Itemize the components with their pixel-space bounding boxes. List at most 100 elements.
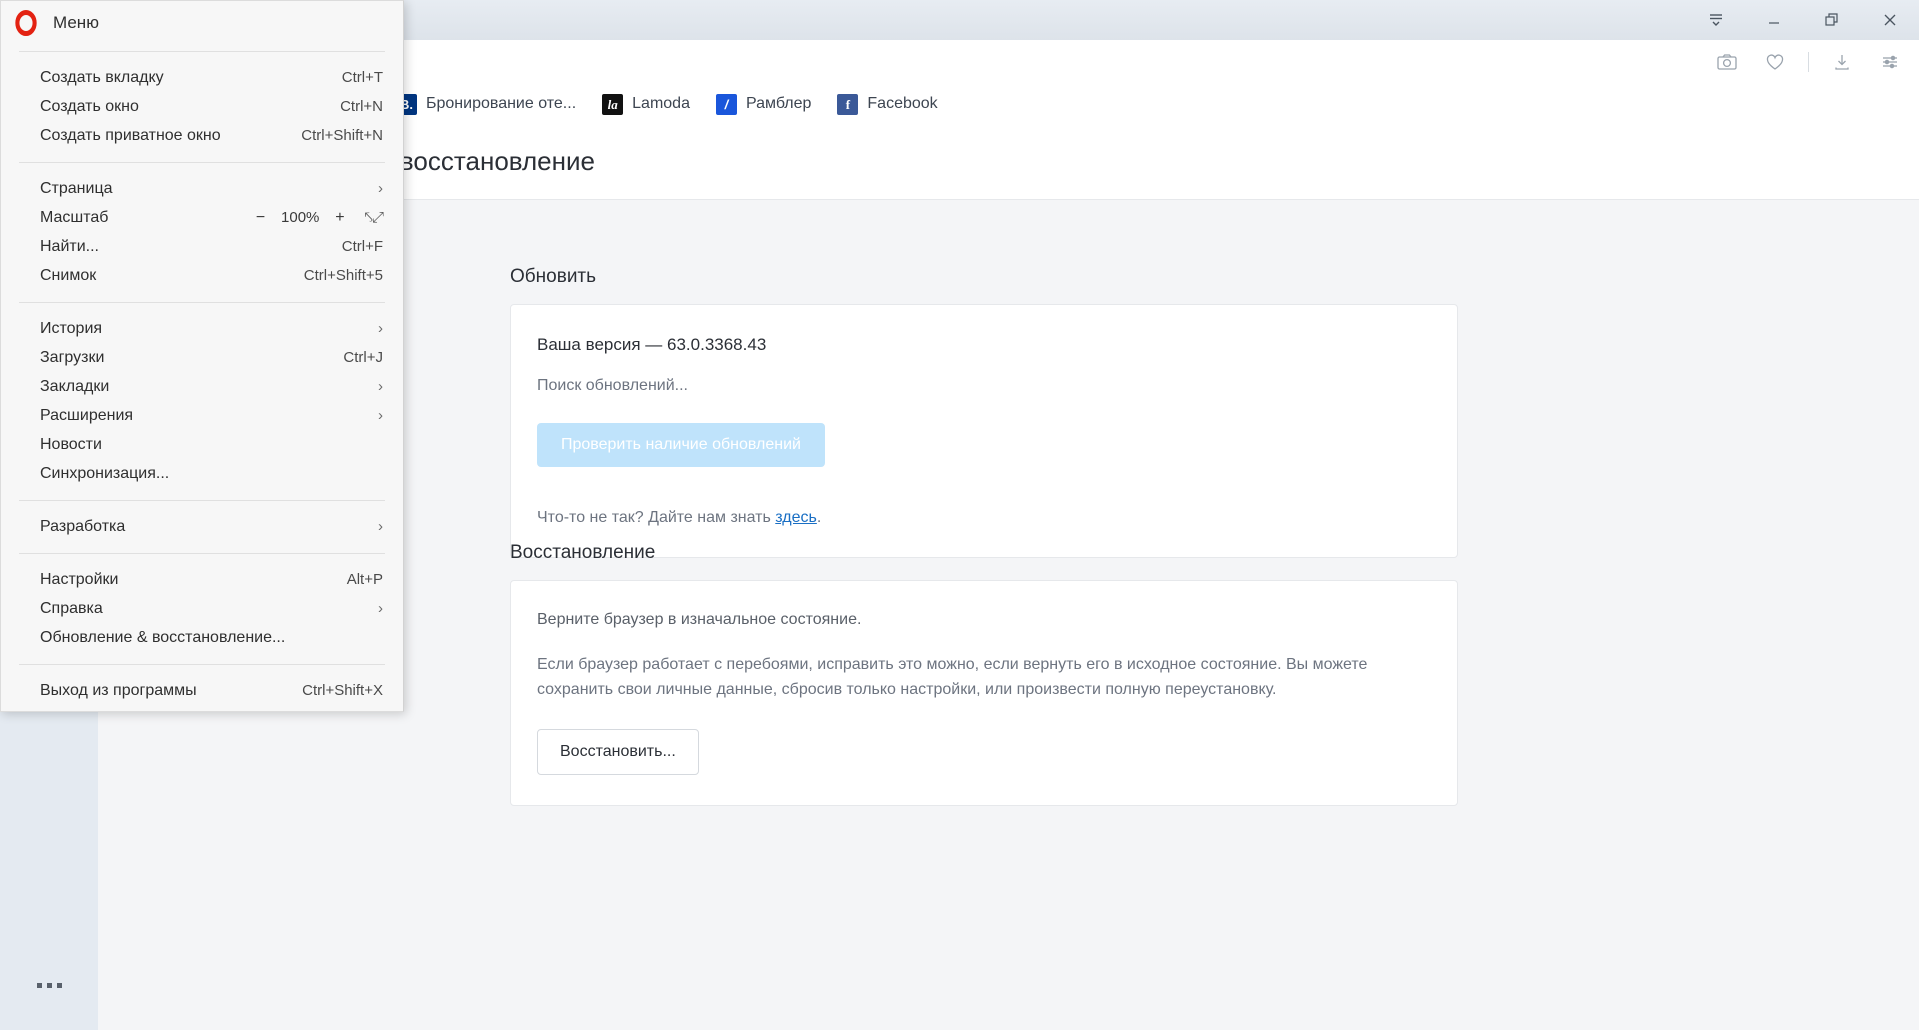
chevron-right-icon: › bbox=[378, 180, 383, 197]
zoom-in-button[interactable]: + bbox=[335, 209, 344, 227]
bookmark-favicon-icon: f bbox=[837, 93, 859, 115]
menu-item-label: Загрузки bbox=[40, 348, 105, 366]
update-section-title: Обновить bbox=[510, 266, 597, 287]
menu-group: Создать вкладку Ctrl+T Создать окно Ctrl+N С… bbox=[1, 58, 403, 156]
tab-menu-icon[interactable] bbox=[1687, 0, 1745, 40]
menu-item[interactable]: Разработка › bbox=[1, 512, 403, 541]
menu-item-shortcut: Ctrl+Shift+5 bbox=[303, 267, 383, 284]
chevron-right-icon: › bbox=[378, 407, 383, 424]
menu-item-label: Выход из программы bbox=[40, 681, 197, 699]
menu-item-label: Снимок bbox=[40, 266, 97, 284]
bookmark-item[interactable]: B. Бронирование оте... bbox=[396, 93, 577, 115]
easy-setup-icon[interactable] bbox=[1875, 47, 1905, 77]
menu-group: История › Загрузки Ctrl+J Закладки › Расширени… bbox=[1, 309, 403, 494]
menu-group: Страница › Масштаб −100% + ⤣⤢ Найти... Ctrl+F Сн… bbox=[1, 169, 403, 296]
browser-window: B. Бронирование оте... la Lamoda / Рамблер f Fa… bbox=[0, 0, 1919, 1030]
menu-item[interactable]: Закладки › bbox=[1, 372, 403, 401]
recover-button[interactable]: Восстановить... bbox=[537, 728, 699, 775]
menu-item-shortcut: Ctrl+J bbox=[343, 349, 383, 366]
close-icon[interactable] bbox=[1861, 0, 1919, 40]
menu-item[interactable]: Расширения › bbox=[1, 401, 403, 430]
menu-group: Выход из программы Ctrl+Shift+X bbox=[1, 671, 403, 711]
menu-item-label: Закладки bbox=[40, 377, 110, 395]
opera-menu-groups: Создать вкладку Ctrl+T Создать окно Ctrl+N С… bbox=[1, 58, 403, 711]
menu-item[interactable]: Справка › bbox=[1, 594, 403, 623]
chevron-right-icon: › bbox=[378, 378, 383, 395]
chevron-right-icon: › bbox=[378, 600, 383, 617]
menu-item[interactable]: Создать вкладку Ctrl+T bbox=[1, 63, 403, 92]
menu-group: Настройки Alt+P Справка › Обновление & восст… bbox=[1, 560, 403, 658]
bookmark-item[interactable]: / Рамблер bbox=[715, 93, 811, 115]
menu-item[interactable]: Найти... Ctrl+F bbox=[1, 232, 403, 261]
opera-menu-header: Меню bbox=[1, 1, 403, 45]
menu-item[interactable]: Синхронизация... bbox=[1, 459, 403, 488]
recovery-section-title: Восстановление bbox=[510, 542, 656, 563]
bookmark-label: Lamoda bbox=[632, 95, 690, 112]
menu-item[interactable]: Снимок Ctrl+Shift+5 bbox=[1, 261, 403, 290]
menu-divider bbox=[19, 51, 385, 52]
menu-divider bbox=[19, 302, 385, 303]
feedback-hint-prefix: Что-то не так? Дайте нам знать bbox=[537, 509, 776, 526]
chevron-right-icon: › bbox=[378, 320, 383, 337]
opera-logo-icon bbox=[15, 10, 37, 36]
feedback-link[interactable]: здесь bbox=[775, 509, 817, 526]
menu-item-label: Масштаб bbox=[40, 208, 109, 226]
menu-divider bbox=[19, 553, 385, 554]
snapshot-icon[interactable] bbox=[1712, 47, 1742, 77]
heart-icon[interactable] bbox=[1760, 47, 1790, 77]
zoom-control: −100% + ⤣⤢ bbox=[256, 209, 384, 227]
menu-item-label: Страница bbox=[40, 179, 113, 197]
update-card: Ваша версия — 63.0.3368.43 Поиск обновле… bbox=[510, 304, 1458, 558]
feedback-hint: Что-то не так? Дайте нам знать здесь. bbox=[537, 509, 1431, 527]
chevron-right-icon: › bbox=[378, 518, 383, 535]
menu-item-shortcut: Ctrl+N bbox=[340, 98, 383, 115]
sidebar-more-icon[interactable] bbox=[0, 968, 98, 1002]
menu-item[interactable]: Масштаб −100% + ⤣⤢ bbox=[1, 203, 403, 232]
menu-item-label: Создать приватное окно bbox=[40, 126, 221, 144]
menu-item-label: Создать вкладку bbox=[40, 68, 164, 86]
fullscreen-icon[interactable]: ⤣⤢ bbox=[365, 209, 384, 226]
zoom-level-value: 100% bbox=[281, 209, 320, 226]
toolbar-divider bbox=[1808, 52, 1809, 72]
menu-divider bbox=[19, 162, 385, 163]
check-updates-button[interactable]: Проверить наличие обновлений bbox=[537, 423, 825, 467]
bookmark-label: Facebook bbox=[867, 95, 938, 112]
update-section: Обновить Ваша версия — 63.0.3368.43 Поис… bbox=[510, 266, 1458, 558]
menu-item[interactable]: Выход из программы Ctrl+Shift+X bbox=[1, 676, 403, 705]
bookmark-favicon-icon: / bbox=[715, 93, 737, 115]
menu-item-label: Справка bbox=[40, 599, 103, 617]
menu-item[interactable]: Страница › bbox=[1, 174, 403, 203]
bookmark-label: Бронирование оте... bbox=[426, 95, 577, 112]
menu-item-shortcut: Alt+P bbox=[346, 571, 383, 588]
recovery-card: Верните браузер в изначальное состояние.… bbox=[510, 580, 1458, 806]
downloads-icon[interactable] bbox=[1827, 47, 1857, 77]
menu-item[interactable]: Новости bbox=[1, 430, 403, 459]
update-status: Поиск обновлений... bbox=[537, 377, 688, 394]
restore-icon[interactable] bbox=[1803, 0, 1861, 40]
menu-item-label: Синхронизация... bbox=[40, 464, 170, 482]
opera-main-menu: Меню Создать вкладку Ctrl+T Создать окно Ct… bbox=[0, 0, 404, 712]
bookmark-item[interactable]: la Lamoda bbox=[602, 93, 690, 115]
bookmark-favicon-icon: la bbox=[602, 93, 624, 115]
minimize-icon[interactable] bbox=[1745, 0, 1803, 40]
menu-divider bbox=[19, 500, 385, 501]
menu-divider bbox=[19, 664, 385, 665]
menu-item[interactable]: История › bbox=[1, 314, 403, 343]
menu-item-label: Создать окно bbox=[40, 97, 139, 115]
feedback-hint-suffix: . bbox=[816, 509, 822, 526]
window-controls bbox=[1687, 0, 1919, 40]
menu-item[interactable]: Настройки Alt+P bbox=[1, 565, 403, 594]
recovery-section: Восстановление Верните браузер в изначал… bbox=[510, 542, 1458, 806]
version-line: Ваша версия — 63.0.3368.43 bbox=[537, 335, 767, 354]
menu-item[interactable]: Обновление & восстановление... bbox=[1, 623, 403, 652]
menu-item[interactable]: Создать окно Ctrl+N bbox=[1, 92, 403, 121]
recovery-lead: Верните браузер в изначальное состояние. bbox=[537, 611, 862, 628]
menu-item-label: Разработка bbox=[40, 517, 126, 535]
zoom-out-button[interactable]: − bbox=[256, 209, 265, 227]
menu-group: Разработка › bbox=[1, 507, 403, 547]
menu-item[interactable]: Создать приватное окно Ctrl+Shift+N bbox=[1, 121, 403, 150]
menu-item[interactable]: Загрузки Ctrl+J bbox=[1, 343, 403, 372]
opera-menu-title: Меню bbox=[53, 13, 99, 32]
menu-item-shortcut: Ctrl+Shift+X bbox=[302, 682, 383, 699]
bookmark-item[interactable]: f Facebook bbox=[837, 93, 938, 115]
